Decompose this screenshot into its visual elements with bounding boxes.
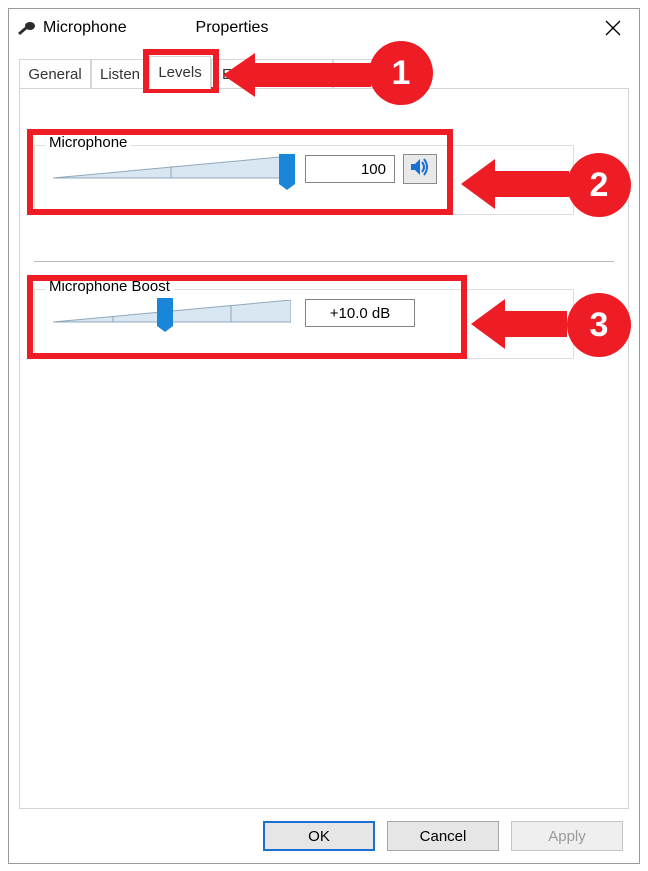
dialog-button-row: OK Cancel Apply [9,809,639,863]
boost-group-label: Microphone Boost [45,278,174,295]
microphone-level-group: Microphone 100 [34,145,574,215]
window-title-part2: Properties [196,19,269,36]
apply-button: Apply [511,821,623,851]
speaker-icon [410,158,430,180]
tab-advanced[interactable]: Advanced [333,59,429,89]
close-button[interactable] [595,12,631,44]
tab-levels[interactable]: Levels [149,56,211,89]
microphone-slider-thumb[interactable] [279,154,295,184]
titlebar: Microphone Properties [9,9,639,47]
tab-strip: General Listen Levels Enhancements Advan… [19,55,629,89]
tab-general[interactable]: General [19,59,91,89]
divider-line [34,261,614,262]
levels-tab-panel: Microphone 100 [19,89,629,809]
boost-slider-thumb[interactable] [157,298,173,326]
microphone-boost-value[interactable]: +10.0 dB [305,299,415,327]
cancel-button[interactable]: Cancel [387,821,499,851]
window-title-part1: Microphone [43,19,127,36]
tab-enhancements[interactable]: Enhancements [211,59,333,89]
microphone-group-label: Microphone [45,134,131,151]
microphone-boost-group: Microphone Boost +10.0 dB [34,289,574,359]
ok-button[interactable]: OK [263,821,375,851]
microphone-properties-window: Microphone Properties General Listen Lev… [8,8,640,864]
tab-listen[interactable]: Listen [91,59,149,89]
microphone-app-icon [17,18,37,38]
microphone-mute-button[interactable] [403,154,437,184]
microphone-level-slider[interactable] [47,152,297,186]
microphone-boost-slider[interactable] [47,296,297,330]
microphone-level-value[interactable]: 100 [305,155,395,183]
window-title: Microphone Properties [43,19,268,37]
